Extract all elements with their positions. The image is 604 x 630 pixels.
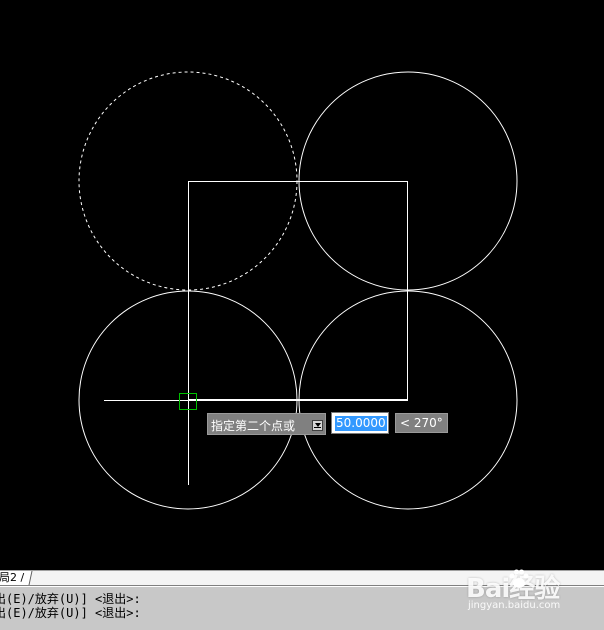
center-square[interactable] bbox=[188, 181, 408, 400]
dynamic-input-prompt[interactable]: 指定第二个点或 bbox=[207, 413, 326, 435]
drawing-geometry bbox=[78, 71, 518, 510]
angle-value: < 270° bbox=[400, 416, 443, 430]
tab-layout-2-label: 局2 / bbox=[0, 571, 25, 584]
length-value[interactable]: 50.0000 bbox=[335, 416, 387, 431]
drawing-canvas[interactable]: 指定第二个点或 50.0000 < 270° bbox=[0, 0, 604, 570]
dynamic-input-prompt-text: 指定第二个点或 bbox=[211, 419, 296, 433]
command-history-line: 出(E)/放弃(U)] <退出>: bbox=[0, 606, 141, 620]
tab-layout-2[interactable]: 局2 / bbox=[0, 571, 33, 585]
arrow-bar bbox=[314, 427, 321, 428]
watermark-url: jingyan.baidu.com bbox=[468, 600, 561, 611]
dynamic-input-angle-field[interactable]: < 270° bbox=[395, 413, 448, 433]
paw-icon bbox=[509, 569, 529, 588]
down-arrow-icon[interactable] bbox=[312, 420, 323, 431]
dynamic-input-length-field[interactable]: 50.0000 bbox=[331, 412, 389, 434]
command-history-line: 出(E)/放弃(U)] <退出>: bbox=[0, 592, 141, 606]
baidu-jingyan-watermark: Bai经验 jingyan.baidu.com bbox=[462, 560, 602, 624]
cad-window: 指定第二个点或 50.0000 < 270° 局2 / 出(E)/放弃(U)] … bbox=[0, 0, 604, 630]
